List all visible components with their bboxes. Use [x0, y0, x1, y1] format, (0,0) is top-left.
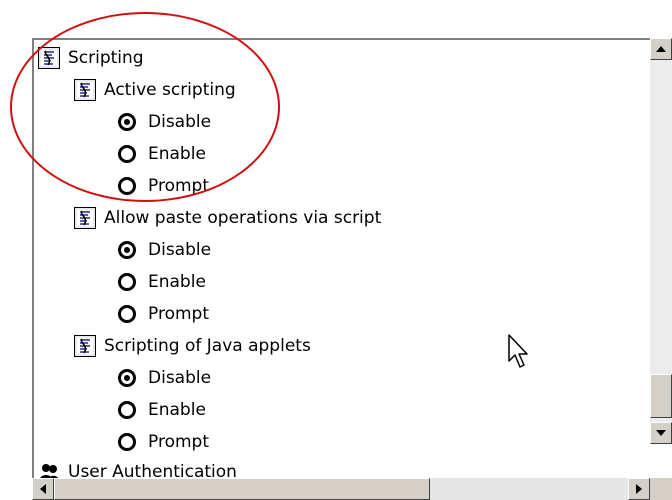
- radio-button[interactable]: [118, 273, 136, 291]
- scroll-left-button[interactable]: [32, 478, 54, 500]
- option-label: Enable: [148, 400, 206, 420]
- scrollbar-corner: [650, 478, 672, 500]
- setting-allow-paste[interactable]: Allow paste operations via script: [74, 204, 381, 232]
- horizontal-scrollbar[interactable]: [32, 478, 650, 500]
- radio-option[interactable]: Disable: [118, 364, 211, 392]
- radio-button[interactable]: [118, 369, 136, 387]
- radio-option[interactable]: Prompt: [118, 300, 209, 328]
- option-label: Disable: [148, 240, 212, 260]
- option-label: Enable: [148, 272, 206, 292]
- radio-button[interactable]: [118, 241, 136, 259]
- radio-button[interactable]: [118, 305, 136, 323]
- scroll-thumb[interactable]: [650, 374, 672, 418]
- radio-option[interactable]: Prompt: [118, 428, 209, 456]
- radio-option[interactable]: Enable: [118, 396, 206, 424]
- arrow-left-icon: [40, 484, 46, 494]
- scroll-up-button[interactable]: [650, 38, 672, 60]
- setting-java-applets[interactable]: Scripting of Java applets: [74, 332, 311, 360]
- arrow-up-icon: [656, 46, 666, 52]
- scroll-down-button[interactable]: [650, 422, 672, 444]
- script-icon: [74, 335, 96, 357]
- scroll-thumb[interactable]: [54, 478, 430, 500]
- scroll-right-button[interactable]: [628, 478, 650, 500]
- option-label: Prompt: [148, 304, 209, 324]
- radio-button[interactable]: [118, 401, 136, 419]
- setting-title: Allow paste operations via script: [104, 208, 382, 228]
- radio-option[interactable]: Disable: [118, 236, 211, 264]
- radio-option[interactable]: Enable: [118, 268, 206, 296]
- arrow-right-icon: [636, 484, 642, 494]
- setting-title: Scripting of Java applets: [104, 336, 311, 356]
- radio-button[interactable]: [118, 433, 136, 451]
- script-icon: [74, 207, 96, 229]
- option-label: Disable: [148, 368, 212, 388]
- vertical-scrollbar[interactable]: [650, 38, 672, 444]
- annotation-circle: [10, 12, 280, 202]
- option-label: Prompt: [148, 432, 209, 452]
- arrow-down-icon: [656, 430, 666, 436]
- mouse-cursor-icon: [508, 334, 528, 368]
